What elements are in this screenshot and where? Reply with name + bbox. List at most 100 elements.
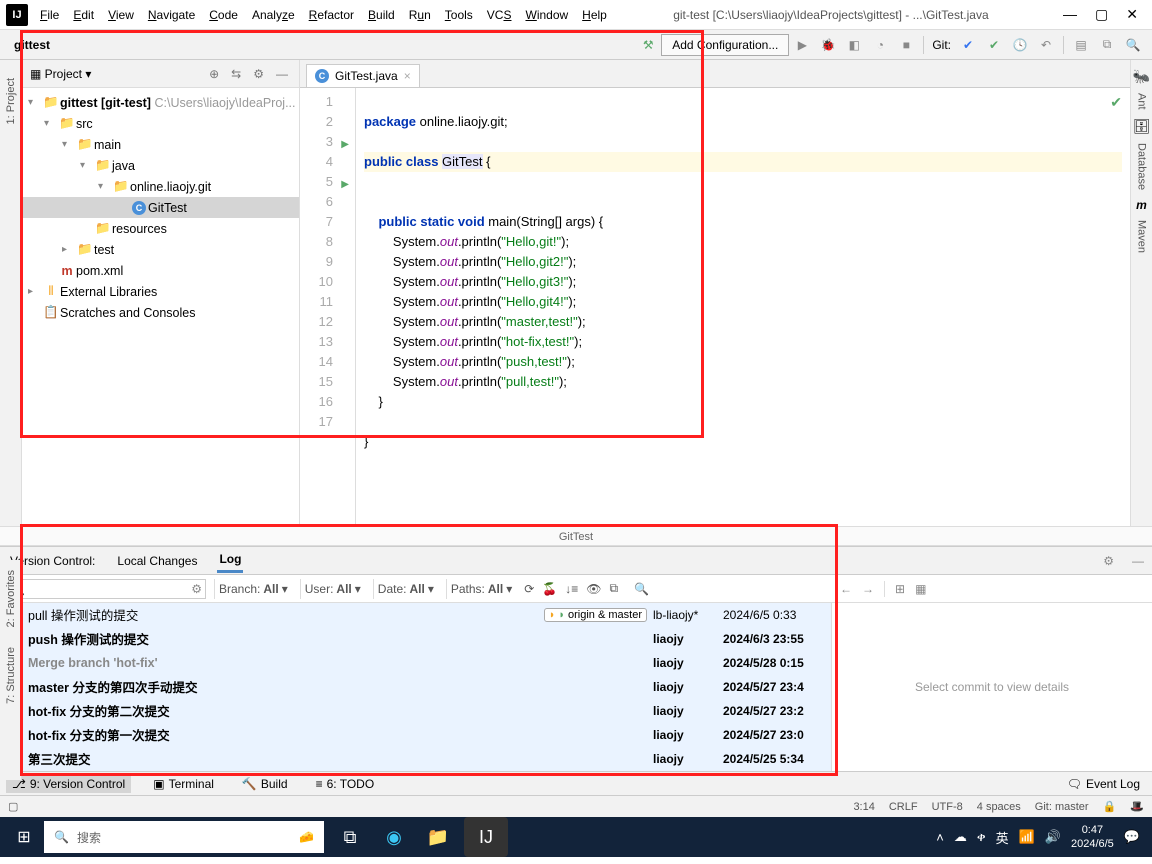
menu-code[interactable]: Code bbox=[203, 4, 244, 26]
search-icon[interactable]: 🔍 bbox=[634, 582, 649, 596]
clock-time[interactable]: 0:47 bbox=[1071, 823, 1114, 837]
tab-version-control[interactable]: ⎇ 9: Version Control bbox=[6, 775, 131, 793]
update-icon[interactable]: ✔ bbox=[957, 34, 979, 56]
inspection-ok-icon[interactable]: ✔ bbox=[1110, 92, 1122, 112]
database-icon[interactable]: 🗄 bbox=[1133, 118, 1151, 135]
intellisort-icon[interactable]: 👁 bbox=[586, 582, 601, 596]
gear-icon[interactable]: ⚙ bbox=[250, 67, 267, 81]
cursor-position[interactable]: 3:14 bbox=[853, 801, 874, 813]
line-sep[interactable]: CRLF bbox=[889, 801, 918, 813]
cherry-pick-icon[interactable]: 🍒 bbox=[542, 582, 557, 596]
menu-navigate[interactable]: Navigate bbox=[142, 4, 201, 26]
sidebar-favorites[interactable]: 2: Favorites bbox=[5, 570, 17, 627]
notification-icon[interactable]: 💬 bbox=[1124, 829, 1140, 845]
system-tray[interactable]: ˄ ☁ ቀ英 📶 🔊 0:47 2024/6/5 💬 bbox=[936, 823, 1148, 851]
intellij-icon[interactable]: IJ bbox=[464, 817, 508, 857]
tab-build[interactable]: 🔨 Build bbox=[236, 775, 294, 793]
clock-date[interactable]: 2024/6/5 bbox=[1071, 837, 1114, 851]
start-button[interactable]: ⊞ bbox=[4, 817, 44, 857]
tree-test[interactable]: ▸📁test bbox=[22, 239, 299, 260]
details-icon[interactable]: ⧉ bbox=[610, 581, 619, 596]
project-pane-title[interactable]: ▦ Project ▾ bbox=[30, 67, 91, 81]
history-icon[interactable]: 🕓 bbox=[1009, 34, 1031, 56]
tree-java[interactable]: ▾📁java bbox=[22, 155, 299, 176]
wifi-icon[interactable]: 📶 bbox=[1019, 829, 1035, 845]
hammer-icon[interactable]: ⚒ bbox=[637, 34, 659, 56]
branch-filter[interactable]: Branch: All ▾ bbox=[214, 579, 292, 599]
search-icon[interactable]: 🔍 bbox=[1122, 34, 1144, 56]
lock-icon[interactable]: 🔒 bbox=[1103, 800, 1117, 813]
tab-event-log[interactable]: 🗨 Event Log bbox=[1061, 775, 1146, 793]
commit-row[interactable]: pull 操作测试的提交◗◗ origin & masterlb-liaojy*… bbox=[0, 603, 831, 627]
revert-icon[interactable]: ↶ bbox=[1035, 34, 1057, 56]
run-icon[interactable]: ▶ bbox=[791, 34, 813, 56]
stop-icon[interactable]: ■ bbox=[895, 34, 917, 56]
hat-icon[interactable]: 🎩 bbox=[1130, 800, 1144, 813]
sidebar-ant[interactable]: Ant bbox=[1136, 93, 1148, 110]
commit-row[interactable]: 第三次提交liaojy2024/5/25 5:34 bbox=[0, 747, 831, 771]
menu-refactor[interactable]: Refactor bbox=[303, 4, 360, 26]
hide-panel-icon[interactable]: — bbox=[1132, 554, 1144, 568]
tree-scratch[interactable]: 📋Scratches and Consoles bbox=[22, 302, 299, 323]
menu-help[interactable]: Help bbox=[576, 4, 613, 26]
menu-tools[interactable]: Tools bbox=[439, 4, 479, 26]
goto-icon[interactable]: ↓≡ bbox=[565, 582, 578, 596]
sidebar-project[interactable]: 1: Project bbox=[5, 78, 17, 124]
tree-resources[interactable]: 📁resources bbox=[22, 218, 299, 239]
tree-main[interactable]: ▾📁main bbox=[22, 134, 299, 155]
minimize-icon[interactable]: — bbox=[1063, 6, 1077, 23]
tab-local-changes[interactable]: Local Changes bbox=[115, 550, 199, 572]
line-gutter[interactable]: 12 3▶ 4 5▶ 6789 10111213 14151617 bbox=[300, 88, 356, 526]
target-icon[interactable]: ⊕ bbox=[206, 67, 222, 81]
menu-build[interactable]: Build bbox=[362, 4, 401, 26]
tree-class[interactable]: CGitTest bbox=[22, 197, 299, 218]
refresh-icon[interactable]: ⟳ bbox=[524, 582, 534, 596]
commit-list[interactable]: pull 操作测试的提交◗◗ origin & masterlb-liaojy*… bbox=[0, 603, 832, 771]
tree-pkg[interactable]: ▾📁online.liaojy.git bbox=[22, 176, 299, 197]
menu-edit[interactable]: Edit bbox=[67, 4, 100, 26]
commit-icon[interactable]: ✔ bbox=[983, 34, 1005, 56]
editor-breadcrumb[interactable]: GitTest bbox=[0, 526, 1152, 546]
ant-icon[interactable]: 🐜 bbox=[1133, 68, 1150, 85]
tree-src[interactable]: ▾📁src bbox=[22, 113, 299, 134]
menu-window[interactable]: Window bbox=[519, 4, 574, 26]
coverage-icon[interactable]: ◧ bbox=[843, 34, 865, 56]
maximize-icon[interactable]: ▢ bbox=[1095, 6, 1108, 23]
structure-icon[interactable]: ▤ bbox=[1070, 34, 1092, 56]
expand-all-icon[interactable]: ⊞ bbox=[895, 582, 905, 596]
commit-row[interactable]: master 分支的第四次手动提交liaojy2024/5/27 23:4 bbox=[0, 675, 831, 699]
edge-icon[interactable]: ◉ bbox=[372, 817, 416, 857]
menu-vcs[interactable]: VCS bbox=[481, 4, 518, 26]
sidebar-database[interactable]: Database bbox=[1136, 143, 1148, 190]
project-tree[interactable]: ▾📁gittest [git-test] C:\Users\liaojy\Ide… bbox=[22, 88, 299, 327]
git-branch[interactable]: Git: master bbox=[1035, 801, 1089, 813]
paths-filter[interactable]: Paths: All ▾ bbox=[446, 579, 516, 599]
menu-analyze[interactable]: Analyze bbox=[246, 4, 301, 26]
tree-ext[interactable]: ▸⫴External Libraries bbox=[22, 281, 299, 302]
sidebar-maven[interactable]: Maven bbox=[1136, 220, 1148, 253]
tab-todo[interactable]: ≡ 6: TODO bbox=[310, 775, 381, 793]
hide-icon[interactable]: — bbox=[273, 67, 291, 81]
tab-close-icon[interactable]: × bbox=[404, 69, 411, 83]
code-editor[interactable]: ✔package online.liaojy.git; public class… bbox=[356, 88, 1130, 526]
log-search-input[interactable] bbox=[6, 579, 206, 599]
indent[interactable]: 4 spaces bbox=[977, 801, 1021, 813]
collapse-icon[interactable]: ⇆ bbox=[228, 67, 244, 81]
menu-view[interactable]: View bbox=[102, 4, 140, 26]
sidebar-structure[interactable]: 7: Structure bbox=[5, 647, 17, 704]
menu-run[interactable]: Run bbox=[403, 4, 437, 26]
tab-terminal[interactable]: ▣ Terminal bbox=[147, 775, 220, 793]
editor-tab[interactable]: C GitTest.java × bbox=[306, 64, 420, 87]
maven-icon[interactable]: m bbox=[1136, 198, 1147, 212]
tree-pom[interactable]: mpom.xml bbox=[22, 260, 299, 281]
gear-icon[interactable]: ⚙ bbox=[1103, 554, 1114, 568]
debug-icon[interactable]: 🐞 bbox=[817, 34, 839, 56]
commit-row[interactable]: push 操作测试的提交liaojy2024/6/3 23:55 bbox=[0, 627, 831, 651]
menu-file[interactable]: File bbox=[34, 4, 65, 26]
close-icon[interactable]: ✕ bbox=[1126, 6, 1138, 23]
breadcrumb[interactable]: gittest bbox=[6, 36, 58, 54]
next-diff-icon[interactable]: → bbox=[862, 582, 874, 596]
gear-icon[interactable]: ⚙ bbox=[191, 582, 202, 596]
tab-log[interactable]: Log bbox=[217, 548, 243, 573]
group-icon[interactable]: ▦ bbox=[915, 582, 926, 596]
